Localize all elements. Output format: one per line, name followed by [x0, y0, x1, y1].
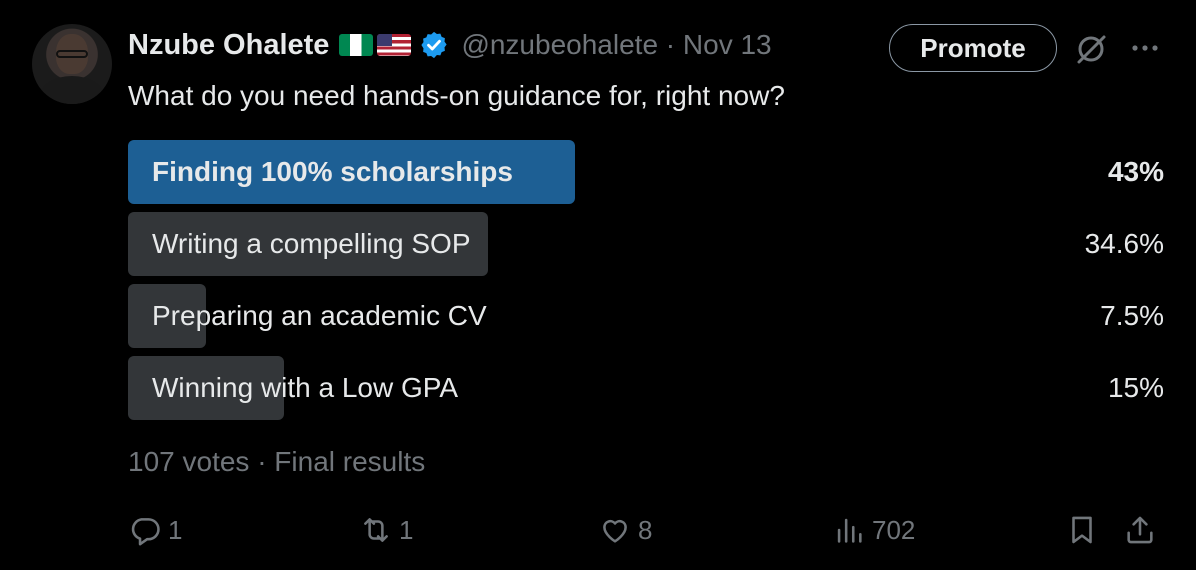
bookmark-icon	[1072, 516, 1092, 544]
verified-badge-icon[interactable]	[419, 30, 449, 60]
poll-option: Preparing an academic CV 7.5%	[128, 284, 1168, 348]
bookmark-button[interactable]	[1065, 505, 1099, 555]
share-button[interactable]	[1123, 505, 1157, 555]
reply-icon	[131, 518, 160, 546]
repost-count: 1	[399, 514, 414, 545]
poll-option-label: Winning with a Low GPA	[152, 372, 459, 403]
repost-icon	[364, 518, 388, 542]
poll-option: Writing a compelling SOP 34.6%	[128, 212, 1168, 276]
reply-count: 1	[168, 514, 183, 545]
poll-option-label: Writing a compelling SOP	[152, 228, 471, 259]
repost-button[interactable]: 1	[359, 505, 413, 555]
promote-button[interactable]: Promote	[889, 24, 1057, 72]
poll-option-percent: 7.5%	[1100, 300, 1164, 331]
poll: Finding 100% scholarships 43% Writing a …	[128, 140, 1168, 428]
author-name[interactable]: Nzube Ohalete	[128, 29, 329, 62]
poll-option-label: Finding 100% scholarships	[152, 156, 513, 187]
nigeria-flag-icon	[339, 34, 374, 56]
tweet-text: What do you need hands-on guidance for, …	[128, 80, 785, 111]
share-icon	[1127, 516, 1153, 544]
poll-option-label: Preparing an academic CV	[152, 300, 487, 331]
usa-flag-icon	[377, 34, 412, 56]
poll-option-percent: 34.6%	[1084, 228, 1164, 259]
avatar-shirt	[40, 76, 104, 104]
poll-option: Winning with a Low GPA 15%	[128, 356, 1168, 420]
poll-option-percent: 15%	[1107, 372, 1164, 403]
poll-option: Finding 100% scholarships 43%	[128, 140, 1168, 204]
like-icon	[603, 519, 627, 543]
views-button[interactable]: 702	[832, 505, 915, 555]
poll-option-percent: 43%	[1107, 156, 1164, 187]
poll-footer: 107 votes · Final results	[128, 446, 426, 477]
views-icon	[837, 518, 862, 543]
grok-icon[interactable]	[1071, 29, 1111, 69]
more-icon[interactable]	[1125, 30, 1165, 66]
reply-button[interactable]: 1	[128, 505, 182, 555]
handle-and-date[interactable]: @nzubeohalete · Nov 13	[461, 29, 771, 61]
like-count: 8	[638, 514, 653, 545]
tweet-header: Nzube Ohalete @nzubeohalete · Nov 13	[128, 26, 772, 64]
views-count: 702	[872, 514, 916, 545]
action-bar: 1 1 8 702	[128, 505, 1168, 555]
avatar[interactable]	[32, 24, 112, 104]
like-button[interactable]: 8	[598, 505, 652, 555]
avatar-glasses	[56, 50, 88, 58]
